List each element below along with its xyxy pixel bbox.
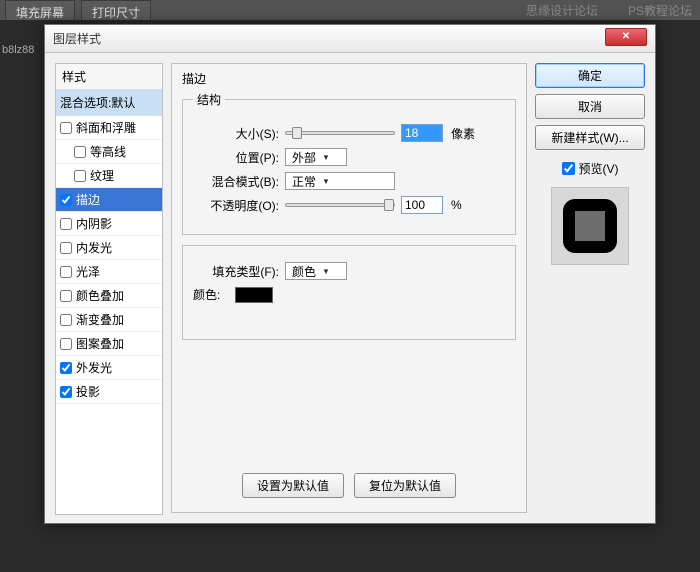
preview-box bbox=[551, 187, 629, 265]
cancel-button[interactable]: 取消 bbox=[535, 94, 645, 119]
ok-button[interactable]: 确定 bbox=[535, 63, 645, 88]
position-value: 外部 bbox=[292, 149, 316, 166]
size-slider-thumb[interactable] bbox=[292, 127, 302, 139]
opacity-row: 不透明度(O): % bbox=[193, 196, 505, 214]
styles-list: 样式 混合选项:默认 斜面和浮雕 等高线 纹理 描边 bbox=[55, 63, 163, 515]
label-outer-glow: 外发光 bbox=[76, 359, 112, 376]
style-item-outer-glow[interactable]: 外发光 bbox=[56, 356, 162, 380]
make-default-button[interactable]: 设置为默认值 bbox=[242, 473, 344, 498]
color-label: 颜色: bbox=[193, 286, 229, 303]
size-row: 大小(S): 像素 bbox=[193, 124, 505, 142]
checkbox-inner-glow[interactable] bbox=[60, 242, 72, 254]
chevron-down-icon: ▼ bbox=[322, 267, 330, 276]
checkbox-inner-shadow[interactable] bbox=[60, 218, 72, 230]
checkbox-drop-shadow[interactable] bbox=[60, 386, 72, 398]
color-swatch[interactable] bbox=[235, 287, 273, 303]
style-item-inner-glow[interactable]: 内发光 bbox=[56, 236, 162, 260]
checkbox-color-overlay[interactable] bbox=[60, 290, 72, 302]
opacity-unit: % bbox=[451, 198, 462, 212]
size-unit: 像素 bbox=[451, 125, 475, 142]
style-item-inner-shadow[interactable]: 内阴影 bbox=[56, 212, 162, 236]
opacity-slider-thumb[interactable] bbox=[384, 199, 394, 211]
preview-label: 预览(V) bbox=[579, 160, 619, 177]
position-row: 位置(P): 外部 ▼ bbox=[193, 148, 505, 166]
label-inner-shadow: 内阴影 bbox=[76, 215, 112, 232]
dialog-titlebar[interactable]: 图层样式 ✕ bbox=[45, 25, 655, 53]
blend-mode-combo[interactable]: 正常 ▼ bbox=[285, 172, 395, 190]
fill-fieldset: 填充类型(F): 颜色 ▼ 颜色: bbox=[182, 245, 516, 340]
fill-type-row: 填充类型(F): 颜色 ▼ bbox=[193, 262, 505, 280]
checkbox-texture[interactable] bbox=[74, 170, 86, 182]
label-contour: 等高线 bbox=[90, 143, 126, 160]
preview-toggle-row: 预览(V) bbox=[535, 160, 645, 177]
panel-title: 描边 bbox=[182, 70, 516, 87]
styles-header[interactable]: 样式 bbox=[56, 64, 162, 90]
style-item-stroke[interactable]: 描边 bbox=[56, 188, 162, 212]
label-color-overlay: 颜色叠加 bbox=[76, 287, 124, 304]
style-item-color-overlay[interactable]: 颜色叠加 bbox=[56, 284, 162, 308]
blend-mode-row: 混合模式(B): 正常 ▼ bbox=[193, 172, 505, 190]
forum-text-2: PS教程论坛 bbox=[628, 2, 692, 19]
canvas-hint-text: b8lz88 bbox=[2, 44, 34, 56]
dialog-body: 样式 混合选项:默认 斜面和浮雕 等高线 纹理 描边 bbox=[45, 53, 655, 523]
label-stroke: 描边 bbox=[76, 191, 100, 208]
position-label: 位置(P): bbox=[193, 149, 279, 166]
chevron-down-icon: ▼ bbox=[322, 177, 330, 186]
label-texture: 纹理 bbox=[90, 167, 114, 184]
checkbox-stroke[interactable] bbox=[60, 194, 72, 206]
label-satin: 光泽 bbox=[76, 263, 100, 280]
blend-options-header[interactable]: 混合选项:默认 bbox=[56, 90, 162, 116]
forum-text-1: 思缘设计论坛 bbox=[526, 2, 598, 19]
style-item-bevel[interactable]: 斜面和浮雕 bbox=[56, 116, 162, 140]
checkbox-outer-glow[interactable] bbox=[60, 362, 72, 374]
blend-mode-value: 正常 bbox=[292, 173, 316, 190]
close-icon: ✕ bbox=[622, 31, 630, 42]
defaults-row: 设置为默认值 复位为默认值 bbox=[172, 473, 526, 498]
size-label: 大小(S): bbox=[193, 125, 279, 142]
preview-checkbox[interactable] bbox=[562, 162, 575, 175]
checkbox-bevel[interactable] bbox=[60, 122, 72, 134]
dialog-title: 图层样式 bbox=[53, 30, 605, 47]
checkbox-gradient-overlay[interactable] bbox=[60, 314, 72, 326]
style-item-drop-shadow[interactable]: 投影 bbox=[56, 380, 162, 404]
size-input[interactable] bbox=[401, 124, 443, 142]
fill-type-value: 颜色 bbox=[292, 263, 316, 280]
style-item-gradient-overlay[interactable]: 渐变叠加 bbox=[56, 308, 162, 332]
styles-spacer bbox=[56, 404, 162, 514]
opacity-label: 不透明度(O): bbox=[193, 197, 279, 214]
style-item-pattern-overlay[interactable]: 图案叠加 bbox=[56, 332, 162, 356]
styles-column: 样式 混合选项:默认 斜面和浮雕 等高线 纹理 描边 bbox=[55, 63, 163, 513]
fill-type-label: 填充类型(F): bbox=[193, 263, 279, 280]
style-item-texture[interactable]: 纹理 bbox=[56, 164, 162, 188]
opacity-slider[interactable] bbox=[285, 203, 395, 207]
style-item-contour[interactable]: 等高线 bbox=[56, 140, 162, 164]
fill-type-combo[interactable]: 颜色 ▼ bbox=[285, 262, 347, 280]
checkbox-pattern-overlay[interactable] bbox=[60, 338, 72, 350]
close-button[interactable]: ✕ bbox=[605, 28, 647, 46]
reset-default-button[interactable]: 复位为默认值 bbox=[354, 473, 456, 498]
position-combo[interactable]: 外部 ▼ bbox=[285, 148, 347, 166]
checkbox-satin[interactable] bbox=[60, 266, 72, 278]
size-slider[interactable] bbox=[285, 131, 395, 135]
label-pattern-overlay: 图案叠加 bbox=[76, 335, 124, 352]
blend-mode-label: 混合模式(B): bbox=[193, 173, 279, 190]
structure-fieldset: 结构 大小(S): 像素 位置(P): 外部 ▼ 混合模式(B): bbox=[182, 91, 516, 235]
preview-shape bbox=[563, 199, 617, 253]
checkbox-contour[interactable] bbox=[74, 146, 86, 158]
label-inner-glow: 内发光 bbox=[76, 239, 112, 256]
label-bevel: 斜面和浮雕 bbox=[76, 119, 136, 136]
new-style-button[interactable]: 新建样式(W)... bbox=[535, 125, 645, 150]
color-row: 颜色: bbox=[193, 286, 505, 303]
opacity-input[interactable] bbox=[401, 196, 443, 214]
layer-style-dialog: 图层样式 ✕ 样式 混合选项:默认 斜面和浮雕 等高线 纹理 bbox=[44, 24, 656, 524]
style-item-satin[interactable]: 光泽 bbox=[56, 260, 162, 284]
chevron-down-icon: ▼ bbox=[322, 153, 330, 162]
right-column: 确定 取消 新建样式(W)... 预览(V) bbox=[535, 63, 645, 513]
settings-panel: 描边 结构 大小(S): 像素 位置(P): 外部 ▼ bbox=[171, 63, 527, 513]
top-right-text: 思缘设计论坛 PS教程论坛 bbox=[526, 2, 692, 19]
structure-legend: 结构 bbox=[193, 91, 225, 108]
label-drop-shadow: 投影 bbox=[76, 383, 100, 400]
label-gradient-overlay: 渐变叠加 bbox=[76, 311, 124, 328]
